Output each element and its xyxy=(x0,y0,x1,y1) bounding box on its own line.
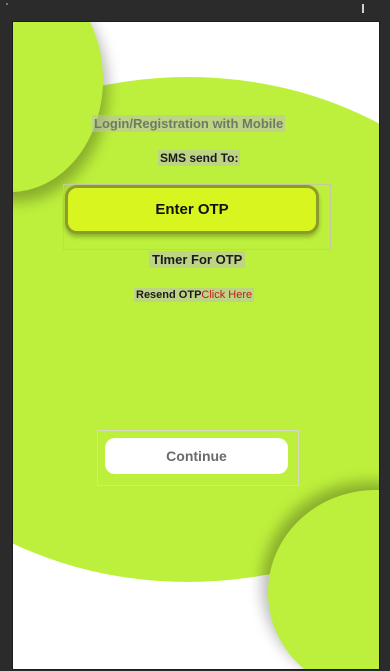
status-bar-indicator xyxy=(362,4,364,13)
otp-timer-label: TImer For OTP xyxy=(149,251,246,268)
continue-button[interactable]: Continue xyxy=(105,438,288,474)
status-bar-dot xyxy=(6,3,8,5)
resend-otp-link[interactable]: Click Here xyxy=(201,289,252,301)
device-frame: Login/Registration with Mobile SMS send … xyxy=(0,0,390,671)
otp-screen: Login/Registration with Mobile SMS send … xyxy=(12,21,380,670)
otp-input[interactable]: Enter OTP xyxy=(65,185,319,234)
page-title: Login/Registration with Mobile xyxy=(92,115,286,132)
resend-otp-row: Resend OTPClick Here xyxy=(134,288,255,302)
sms-send-to-label: SMS send To: xyxy=(158,150,241,166)
resend-otp-label: Resend OTP xyxy=(136,289,202,301)
